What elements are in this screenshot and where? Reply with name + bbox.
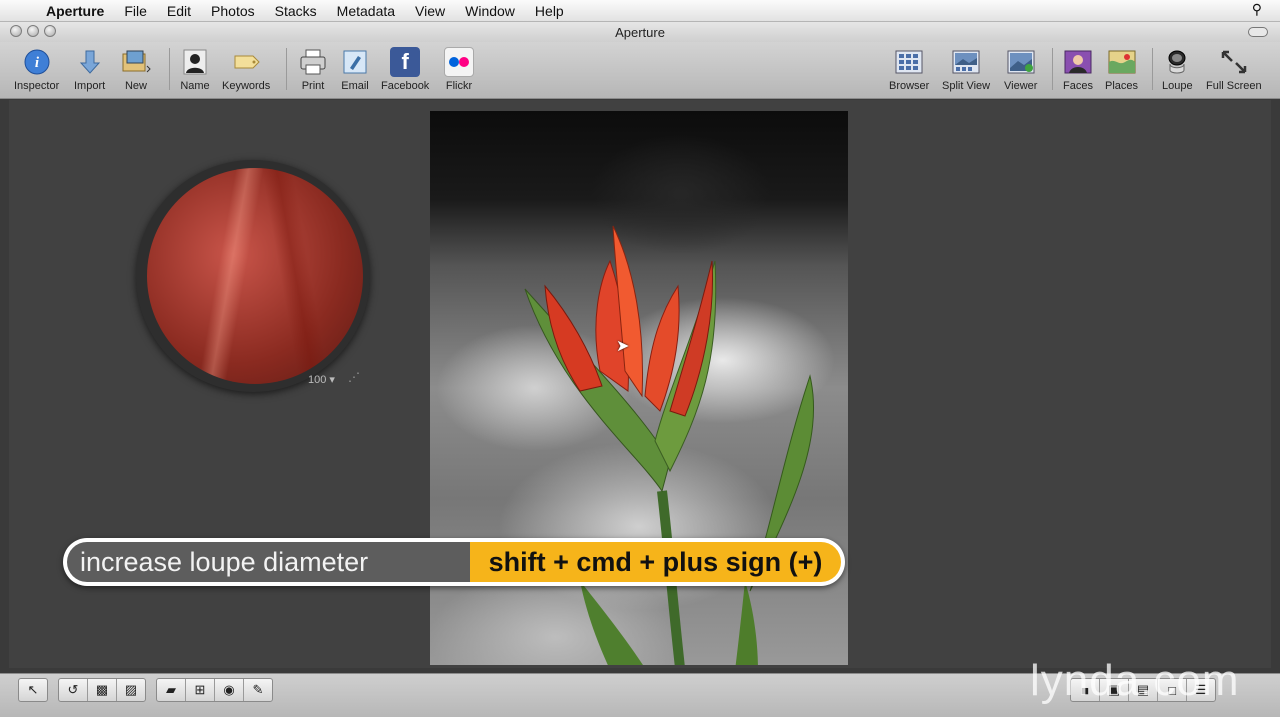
toolbar-separator — [1152, 48, 1153, 90]
toolbar-separator — [286, 48, 287, 90]
flickr-label: Flickr — [445, 80, 473, 92]
facebook-icon: f — [390, 47, 421, 77]
arrow-down-icon — [75, 47, 105, 77]
places-label: Places — [1105, 80, 1139, 92]
pointer-tool-icon[interactable]: ↖ — [19, 679, 47, 701]
split-view-icon — [951, 47, 981, 77]
new-label: New — [124, 80, 147, 92]
inspector-button[interactable]: i Inspector — [14, 47, 59, 92]
edit-tool-group: ▰ ⊞ ◉ ✎ — [156, 678, 273, 702]
faces-button[interactable]: Faces — [1063, 47, 1093, 92]
selection-tool-group: ↖ — [18, 678, 48, 702]
grid-icon — [894, 47, 924, 77]
loupe-tool[interactable]: 100 ▾ ⋰ — [136, 160, 370, 392]
menu-metadata[interactable]: Metadata — [337, 3, 395, 19]
split-view-button[interactable]: Split View — [942, 47, 990, 92]
printer-icon — [298, 47, 328, 77]
brush-tool-icon[interactable]: ✎ — [244, 679, 272, 701]
faces-icon — [1063, 47, 1093, 77]
loupe-button[interactable]: Loupe — [1162, 47, 1193, 92]
import-button[interactable]: Import — [74, 47, 105, 92]
full-screen-button[interactable]: Full Screen — [1206, 47, 1262, 92]
rotate-tool-group: ↺ ▩ ▨ — [58, 678, 146, 702]
loupe-icon — [1162, 47, 1192, 77]
envelope-icon — [340, 47, 370, 77]
stamp-tool-icon[interactable]: ▨ — [117, 679, 145, 701]
shortcut-keys: shift + cmd + plus sign (+) — [470, 542, 841, 582]
print-button[interactable]: Print — [298, 47, 328, 92]
menu-app-name[interactable]: Aperture — [46, 3, 104, 19]
tag-icon — [231, 47, 261, 77]
keywords-label: Keywords — [222, 80, 271, 92]
mouse-cursor-icon: ➤ — [616, 338, 630, 355]
menu-help[interactable]: Help — [535, 3, 564, 19]
loupe-resize-handle-icon[interactable]: ⋰ — [348, 370, 360, 384]
info-icon: i — [22, 47, 52, 77]
menu-window[interactable]: Window — [465, 3, 515, 19]
flickr-button[interactable]: Flickr — [444, 47, 474, 92]
viewer-label: Viewer — [1004, 80, 1038, 92]
name-label: Name — [180, 80, 210, 92]
zoom-window-button[interactable] — [44, 25, 56, 37]
keywords-button[interactable]: Keywords — [222, 47, 270, 92]
window-title: Aperture — [615, 24, 665, 40]
viewer-icon — [1006, 47, 1036, 77]
toolbar-separator — [169, 48, 170, 90]
loupe-zoom-menu[interactable]: 100 ▾ — [308, 373, 335, 386]
loupe-magnified-view — [147, 168, 363, 384]
loupe-label: Loupe — [1162, 80, 1193, 92]
lift-tool-icon[interactable]: ▩ — [88, 679, 117, 701]
email-label: Email — [341, 80, 369, 92]
inspector-label: Inspector — [14, 80, 60, 92]
places-icon — [1107, 47, 1137, 77]
crop-tool-icon[interactable]: ⊞ — [186, 679, 215, 701]
red-eye-tool-icon[interactable]: ◉ — [215, 679, 244, 701]
import-label: Import — [74, 80, 106, 92]
fullscreen-icon — [1219, 47, 1249, 77]
faces-label: Faces — [1063, 80, 1093, 92]
viewer-button[interactable]: Viewer — [1004, 47, 1037, 92]
split-view-label: Split View — [942, 80, 991, 92]
print-label: Print — [301, 80, 325, 92]
window-titlebar: Aperture — [0, 22, 1280, 42]
name-button[interactable]: Name — [180, 47, 210, 92]
shortcut-callout: increase loupe diameter shift + cmd + pl… — [63, 538, 845, 586]
browser-label: Browser — [889, 80, 930, 92]
minimize-window-button[interactable] — [27, 25, 39, 37]
rotate-left-icon[interactable]: ↺ — [59, 679, 88, 701]
full-screen-label: Full Screen — [1206, 80, 1262, 92]
email-button[interactable]: Email — [340, 47, 370, 92]
main-toolbar: i Inspector Import New Name Keywords Pri… — [0, 42, 1280, 99]
menu-bar: Aperture File Edit Photos Stacks Metadat… — [0, 0, 1280, 22]
straighten-tool-icon[interactable]: ▰ — [157, 679, 186, 701]
toolbar-separator — [1052, 48, 1053, 90]
window-controls — [10, 25, 56, 37]
menu-view[interactable]: View — [415, 3, 445, 19]
places-button[interactable]: Places — [1105, 47, 1138, 92]
shortcut-action: increase loupe diameter — [67, 542, 470, 582]
new-button[interactable]: New — [121, 47, 151, 92]
facebook-button[interactable]: f Facebook — [381, 47, 429, 92]
folder-icon — [121, 47, 151, 77]
lynda-watermark: lynda.com — [1030, 656, 1240, 705]
browser-button[interactable]: Browser — [889, 47, 929, 92]
menu-file[interactable]: File — [124, 3, 147, 19]
flickr-icon — [444, 47, 474, 77]
facebook-label: Facebook — [381, 80, 430, 92]
spotlight-search-icon[interactable]: ⚲ — [1252, 1, 1262, 18]
menu-photos[interactable]: Photos — [211, 3, 255, 19]
toolbar-toggle-button[interactable] — [1248, 27, 1268, 37]
person-icon — [180, 47, 210, 77]
menu-edit[interactable]: Edit — [167, 3, 191, 19]
menu-stacks[interactable]: Stacks — [275, 3, 317, 19]
close-window-button[interactable] — [10, 25, 22, 37]
